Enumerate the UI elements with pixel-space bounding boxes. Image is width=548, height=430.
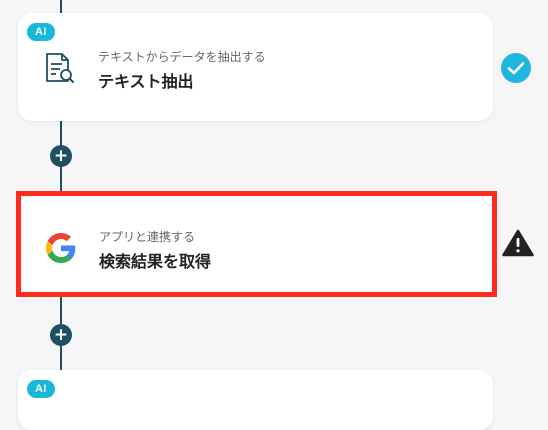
warning-icon <box>502 229 534 261</box>
step-card-text-extraction[interactable]: テキストからデータを抽出する テキスト抽出 <box>18 13 493 121</box>
step-subtitle: テキストからデータを抽出する <box>98 50 266 64</box>
add-step-button[interactable]: + <box>50 324 72 346</box>
google-icon <box>46 233 76 267</box>
step-subtitle: アプリと連携する <box>99 230 196 244</box>
flow-connector-top <box>60 0 62 14</box>
step-title: 検索結果を取得 <box>99 252 212 271</box>
step-title: テキスト抽出 <box>98 72 194 91</box>
step-card-get-search-results[interactable]: アプリと連携する 検索結果を取得 <box>16 191 497 297</box>
ai-badge: AI <box>27 380 55 398</box>
add-step-button[interactable]: + <box>50 145 72 167</box>
ai-badge: AI <box>27 23 55 41</box>
document-search-icon <box>42 51 76 89</box>
check-circle-icon <box>500 52 532 88</box>
step-card[interactable] <box>18 370 493 430</box>
